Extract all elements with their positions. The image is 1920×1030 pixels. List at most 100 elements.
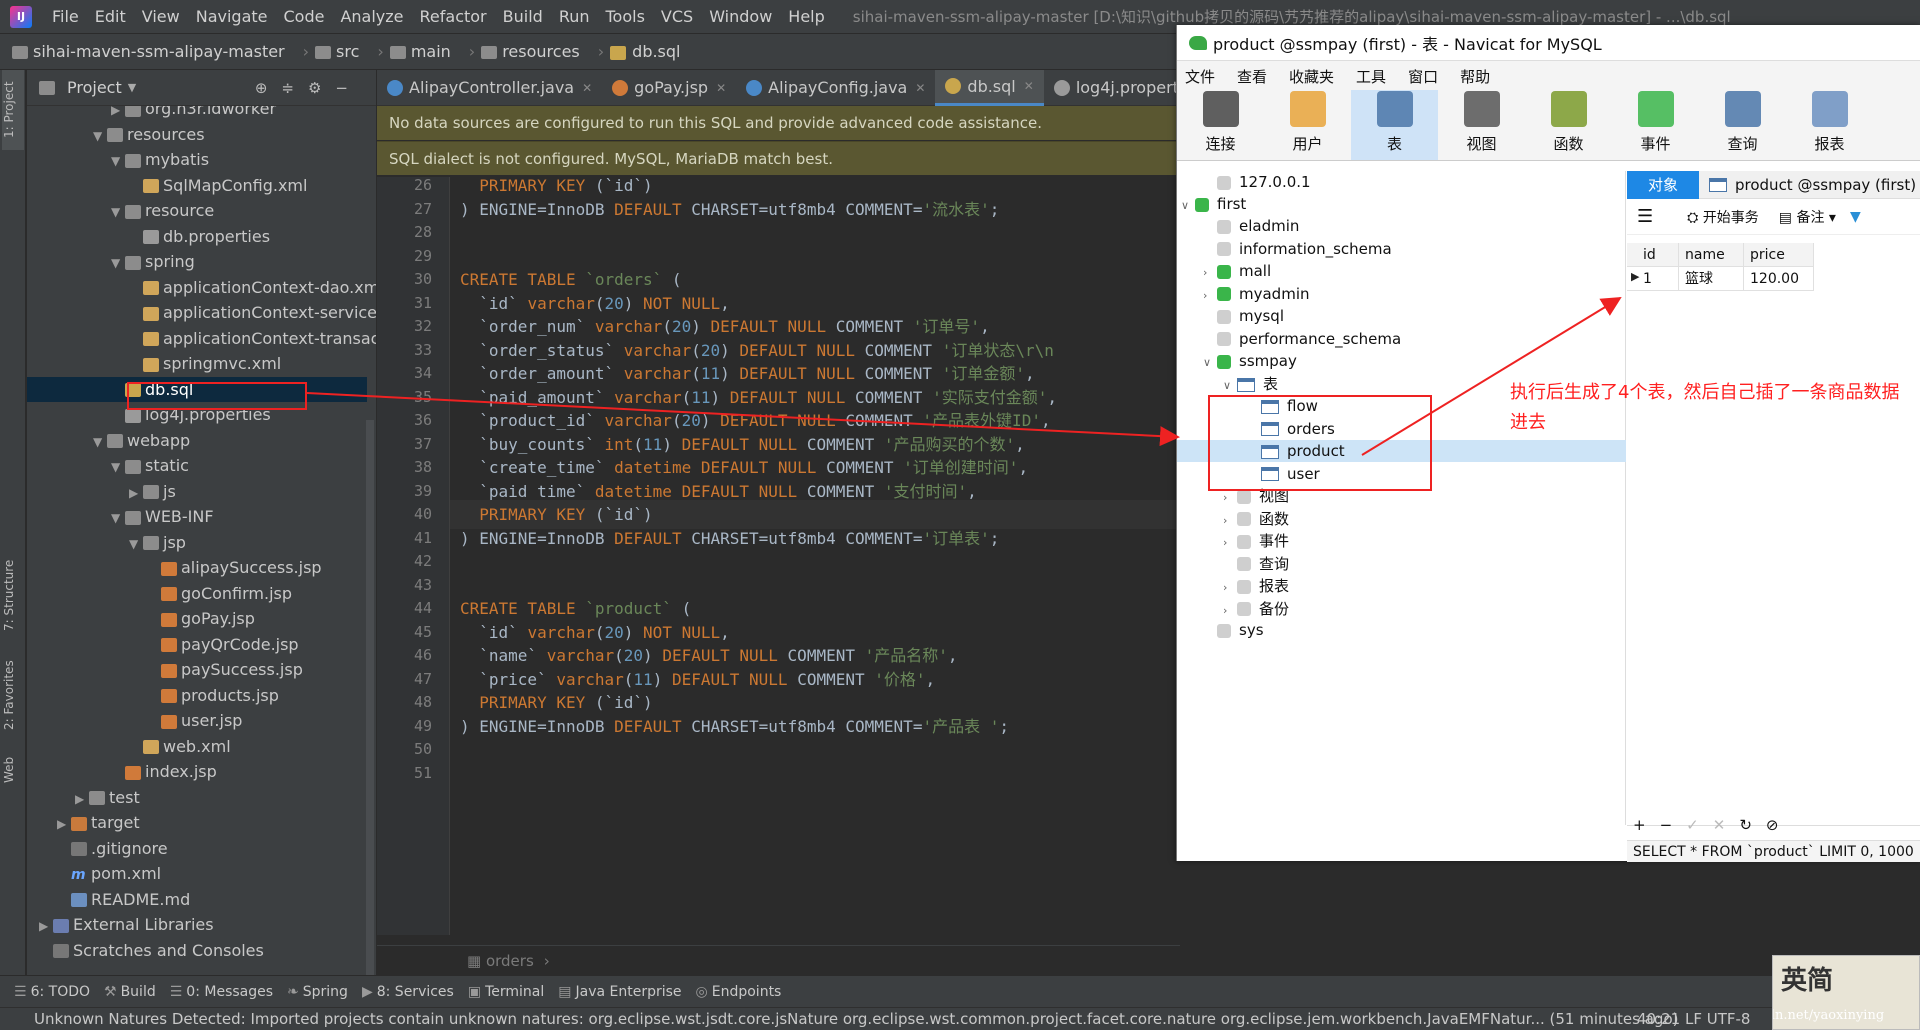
breadcrumb-item[interactable]: db.sql (610, 42, 686, 61)
status-message[interactable]: Unknown Natures Detected: Imported proje… (34, 1010, 1678, 1028)
menu-item-file[interactable]: File (44, 7, 87, 26)
tree-item[interactable]: ▼ static (111, 453, 189, 478)
chevron-icon[interactable]: › (1203, 262, 1217, 284)
favorites-tool-tab[interactable]: 2: Favorites (2, 650, 24, 740)
breadcrumb-item[interactable]: main (389, 42, 457, 61)
expanded-arrow-icon[interactable]: ▼ (93, 430, 107, 455)
expanded-arrow-icon[interactable]: ▼ (111, 506, 125, 531)
tree-item[interactable]: ▼ resources (93, 122, 205, 147)
navicat-tree-item[interactable]: 127.0.0.1 (1203, 171, 1311, 193)
tree-item[interactable]: .gitignore (57, 836, 168, 861)
close-icon[interactable]: ✕ (915, 81, 925, 95)
menu-icon[interactable]: ☰ (1637, 206, 1653, 227)
tree-item[interactable]: products.jsp (147, 683, 279, 708)
expanded-arrow-icon[interactable]: ▼ (111, 455, 125, 480)
menu-item-tools[interactable]: Tools (598, 7, 653, 26)
navicat-tree-item[interactable]: › 函数 (1223, 508, 1289, 530)
navicat-tree-item[interactable]: › 备份 (1223, 598, 1289, 620)
tree-item[interactable]: applicationContext-service.xml (129, 300, 376, 325)
grid-cell[interactable]: 篮球 (1679, 267, 1744, 291)
breadcrumb-item[interactable]: src (315, 42, 365, 61)
tree-item[interactable]: Scratches and Consoles (39, 938, 264, 963)
filter-icon[interactable]: ▼ (1850, 209, 1861, 225)
breadcrumb-item[interactable]: sihai-maven-ssm-alipay-master (12, 42, 291, 61)
close-icon[interactable]: ✕ (1024, 79, 1034, 93)
grid-action-button[interactable]: ⊘ (1766, 816, 1779, 834)
close-icon[interactable]: ✕ (582, 81, 592, 95)
editor-tab[interactable]: AlipayController.java ✕ (377, 70, 602, 106)
code-editor[interactable]: PRIMARY KEY (`id`)) ENGINE=InnoDB DEFAUL… (450, 177, 1180, 935)
navicat-menu-item[interactable]: 查看 (1237, 66, 1267, 87)
menu-item-view[interactable]: View (134, 7, 188, 26)
product-tab[interactable]: product @ssmpay (first) (1699, 176, 1916, 194)
note-button[interactable]: ▤ 备注 ▾ (1779, 207, 1836, 227)
navicat-tree-item[interactable]: › mall (1203, 260, 1271, 282)
menu-item-navigate[interactable]: Navigate (188, 7, 276, 26)
code-line[interactable]: ) ENGINE=InnoDB DEFAULT CHARSET=utf8mb4 … (460, 524, 999, 553)
tree-item[interactable]: ▶ External Libraries (39, 912, 214, 937)
tool-window--messages[interactable]: ☰ 0: Messages (170, 984, 273, 1000)
navicat-tree-item[interactable]: mysql (1203, 305, 1284, 327)
grid-action-button[interactable]: − (1660, 816, 1673, 834)
close-icon[interactable]: ✕ (716, 81, 726, 95)
toolbar-button[interactable]: 函数 (1525, 90, 1612, 160)
tree-item[interactable]: alipaySuccess.jsp (147, 555, 322, 580)
begin-transaction-button[interactable]: ⛭ 开始事务 (1687, 207, 1759, 227)
tree-item[interactable]: ▼ spring (111, 249, 195, 274)
editor-tab[interactable]: db.sql ✕ (935, 69, 1044, 106)
chevron-icon[interactable]: › (1223, 510, 1237, 532)
menu-item-code[interactable]: Code (276, 7, 333, 26)
editor-tab[interactable]: AlipayConfig.java ✕ (736, 70, 935, 106)
tree-item[interactable]: SqlMapConfig.xml (129, 173, 307, 198)
menu-item-window[interactable]: Window (701, 7, 780, 26)
expanded-arrow-icon[interactable]: ▼ (93, 124, 107, 149)
tool-window-terminal[interactable]: ▣ Terminal (468, 984, 544, 1000)
chevron-down-icon[interactable]: ▼ (128, 81, 136, 94)
tree-item[interactable]: ▼ webapp (93, 428, 190, 453)
collapsed-arrow-icon[interactable]: ▶ (57, 812, 71, 837)
tree-item[interactable]: ▶ target (57, 810, 140, 835)
web-tool-tab[interactable]: Web (2, 750, 24, 790)
grid-header-price[interactable]: price (1744, 243, 1814, 267)
expanded-arrow-icon[interactable]: ▼ (129, 532, 143, 557)
chevron-icon[interactable]: ∨ (1181, 195, 1195, 217)
navicat-menu-item[interactable]: 工具 (1356, 66, 1386, 87)
tool-window-java-enterprise[interactable]: ▤ Java Enterprise (558, 984, 681, 1000)
toolbar-button[interactable]: 表 (1351, 90, 1438, 160)
navicat-tree-item[interactable]: ∨ first (1181, 193, 1246, 215)
grid-action-button[interactable]: ✕ (1713, 816, 1726, 834)
expanded-arrow-icon[interactable]: ▼ (111, 251, 125, 276)
tree-item[interactable]: springmvc.xml (129, 351, 281, 376)
expanded-arrow-icon[interactable]: ▼ (111, 200, 125, 225)
navicat-tree-item[interactable]: eladmin (1203, 215, 1299, 237)
navicat-tree-item[interactable]: information_schema (1203, 238, 1392, 260)
code-line[interactable]: ) ENGINE=InnoDB DEFAULT CHARSET=utf8mb4 … (460, 195, 999, 224)
editor-tab[interactable]: goPay.jsp ✕ (602, 70, 736, 106)
collapsed-arrow-icon[interactable]: ▶ (39, 914, 53, 939)
footer-context[interactable]: orders (486, 952, 534, 970)
minimize-icon[interactable]: − (335, 79, 362, 97)
tree-item[interactable]: web.xml (129, 734, 231, 759)
toolbar-button[interactable]: 视图 (1438, 90, 1525, 160)
tree-item[interactable]: ▼ jsp (129, 530, 186, 555)
toolbar-button[interactable]: 用户 (1264, 90, 1351, 160)
navicat-tree-item[interactable]: ∨ ssmpay (1203, 350, 1297, 372)
tree-item[interactable]: db.properties (129, 224, 270, 249)
breadcrumb-item[interactable]: resources (481, 42, 586, 61)
menu-item-analyze[interactable]: Analyze (332, 7, 411, 26)
tree-item[interactable]: payQrCode.jsp (147, 632, 299, 657)
tool-window-build[interactable]: ⚒ Build (104, 984, 156, 1000)
toolbar-button[interactable]: 连接 (1177, 90, 1264, 160)
tree-item[interactable]: applicationContext-dao.xml (129, 275, 376, 300)
project-scrollbar[interactable] (366, 420, 374, 975)
chevron-icon[interactable]: › (1223, 532, 1237, 554)
grid-header-id[interactable]: id (1627, 243, 1679, 267)
project-tool-tab[interactable]: 1: Project (2, 70, 24, 150)
grid-header-name[interactable]: name (1679, 243, 1744, 267)
menu-item-refactor[interactable]: Refactor (412, 7, 495, 26)
tool-window--todo[interactable]: ☰ 6: TODO (14, 984, 90, 1000)
menu-item-help[interactable]: Help (780, 7, 832, 26)
navicat-tree-item[interactable]: sys (1203, 619, 1264, 641)
code-line[interactable]: ) ENGINE=InnoDB DEFAULT CHARSET=utf8mb4 … (460, 712, 1009, 741)
navicat-tree-item[interactable]: ∨ 表 (1223, 373, 1278, 395)
